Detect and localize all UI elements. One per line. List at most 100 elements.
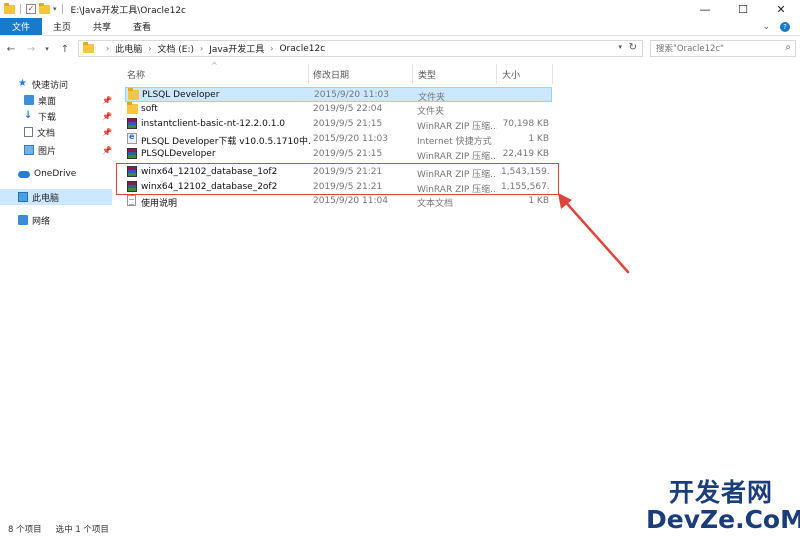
- new-folder-icon[interactable]: [39, 2, 50, 14]
- sidebar-item-label: 文档: [37, 128, 56, 139]
- back-arrow-icon[interactable]: ←: [4, 44, 18, 55]
- forward-arrow-icon[interactable]: →: [24, 44, 38, 55]
- selection-count: 选中 1 个项目: [55, 525, 109, 535]
- sort-ascending-icon: ^: [211, 61, 218, 70]
- winrar-zip-icon: [127, 181, 137, 192]
- chevron-down-icon[interactable]: ▾: [53, 5, 57, 13]
- column-divider[interactable]: [412, 64, 413, 84]
- navigation-bar: ← → ▾ ↑ › 此电脑 › 文档 (E:) › Java开发工具 › Ora…: [0, 39, 800, 59]
- sidebar-item-label: 此电脑: [32, 193, 60, 204]
- sidebar-item-documents[interactable]: 文档 📌: [0, 124, 112, 140]
- breadcrumb-this-pc[interactable]: 此电脑: [115, 42, 142, 55]
- star-icon: ★: [18, 78, 27, 89]
- file-row[interactable]: winx64_12102_database_2of2 2019/9/5 21:2…: [125, 180, 552, 195]
- sidebar-item-this-pc[interactable]: 此电脑: [0, 189, 112, 205]
- help-icon[interactable]: ?: [780, 21, 790, 32]
- column-header-type[interactable]: 类型: [418, 64, 436, 84]
- folder-icon: [127, 102, 138, 114]
- sidebar-item-quick-access[interactable]: ★ 快速访问: [0, 76, 112, 92]
- navigation-pane: ★ 快速访问 桌面 📌 ↓ 下载 📌 文档 📌 图片 📌 OneDrive 此电…: [0, 62, 112, 517]
- file-type: 文件夹: [417, 107, 445, 117]
- column-divider[interactable]: [496, 64, 497, 84]
- file-row[interactable]: PLSQLDeveloper 2019/9/5 21:15 WinRAR ZIP…: [125, 147, 552, 162]
- file-type: WinRAR ZIP 压缩...: [417, 152, 497, 162]
- sidebar-item-downloads[interactable]: ↓ 下载 📌: [0, 108, 112, 124]
- sidebar-item-label: 桌面: [38, 96, 57, 107]
- onedrive-icon: [18, 170, 30, 178]
- column-divider[interactable]: [308, 64, 309, 84]
- this-pc-icon: [18, 192, 28, 202]
- text-document-icon: [127, 195, 136, 206]
- properties-icon[interactable]: ✓: [26, 4, 36, 14]
- title-bar: ✓ ▾ E:\Java开发工具\Oracle12c — ☐ ✕: [0, 0, 800, 18]
- address-bar[interactable]: › 此电脑 › 文档 (E:) › Java开发工具 › Oracle12c ▾…: [78, 40, 643, 57]
- sidebar-item-pictures[interactable]: 图片 📌: [0, 142, 112, 158]
- close-button[interactable]: ✕: [762, 0, 800, 18]
- breadcrumb-drive-e[interactable]: 文档 (E:): [157, 42, 194, 55]
- file-row[interactable]: PLSQL Developer下载 v10.0.5.1710中... 2015/…: [125, 132, 552, 147]
- chevron-down-icon[interactable]: ⌄: [762, 22, 770, 32]
- refresh-icon[interactable]: ↻: [629, 42, 637, 53]
- file-name: soft: [141, 104, 158, 114]
- watermark-line-1: 开发者网: [668, 478, 773, 507]
- minimize-button[interactable]: —: [686, 0, 724, 18]
- desktop-icon: [24, 95, 34, 105]
- sidebar-item-label: 网络: [32, 216, 51, 227]
- sidebar-item-onedrive[interactable]: OneDrive: [0, 166, 112, 182]
- chevron-down-icon[interactable]: ▾: [618, 43, 622, 51]
- pin-icon[interactable]: 📌: [102, 112, 112, 121]
- file-date: 2015/9/20 11:03: [313, 134, 388, 144]
- file-row[interactable]: 使用说明 2015/9/20 11:04 文本文档 1 KB: [125, 194, 552, 209]
- watermark-line-2: DevZe.CoM: [646, 505, 800, 534]
- chevron-right-icon[interactable]: ›: [148, 44, 151, 53]
- tab-home[interactable]: 主页: [42, 18, 82, 35]
- file-row[interactable]: winx64_12102_database_1of2 2019/9/5 21:2…: [125, 165, 552, 180]
- file-size: 1,543,159...: [501, 167, 549, 177]
- internet-shortcut-icon: [127, 132, 137, 144]
- sidebar-item-network[interactable]: 网络: [0, 212, 112, 228]
- file-date: 2019/9/5 21:15: [313, 119, 383, 129]
- pin-icon[interactable]: 📌: [102, 146, 112, 155]
- maximize-button[interactable]: ☐: [724, 0, 762, 18]
- sidebar-item-desktop[interactable]: 桌面 📌: [0, 92, 112, 108]
- file-type: Internet 快捷方式: [417, 137, 492, 147]
- file-type: WinRAR ZIP 压缩...: [417, 170, 497, 180]
- up-arrow-icon[interactable]: ↑: [58, 44, 72, 55]
- file-name: PLSQL Developer: [142, 90, 220, 100]
- column-header-date[interactable]: 修改日期: [313, 64, 349, 84]
- file-name: 使用说明: [141, 199, 178, 209]
- file-row[interactable]: instantclient-basic-nt-12.2.0.1.0 2019/9…: [125, 117, 552, 132]
- column-header-name[interactable]: 名称: [127, 64, 145, 84]
- recent-locations-chevron-icon[interactable]: ▾: [40, 45, 54, 53]
- file-name: winx64_12102_database_1of2: [141, 167, 278, 177]
- ribbon-tabs: 文件 主页 共享 查看 ⌄ ?: [0, 18, 800, 36]
- file-row[interactable]: PLSQL Developer 2015/9/20 11:03 文件夹: [125, 87, 552, 103]
- sidebar-item-label: 图片: [38, 146, 57, 157]
- download-icon: ↓: [24, 110, 33, 121]
- search-box[interactable]: ⌕: [650, 40, 796, 57]
- sidebar-item-label: 快速访问: [32, 80, 69, 91]
- pin-icon[interactable]: 📌: [102, 96, 112, 105]
- chevron-right-icon[interactable]: ›: [270, 44, 273, 53]
- breadcrumb-java-tools[interactable]: Java开发工具: [209, 42, 264, 55]
- pin-icon[interactable]: 📌: [102, 128, 112, 137]
- divider: [61, 4, 63, 14]
- network-icon: [18, 215, 28, 225]
- file-size: 70,198 KB: [502, 119, 549, 129]
- file-row[interactable]: soft 2019/9/5 22:04 文件夹: [125, 102, 552, 117]
- folder-icon: [83, 42, 94, 53]
- chevron-right-icon[interactable]: ›: [106, 44, 109, 53]
- column-header-size[interactable]: 大小: [502, 64, 520, 84]
- file-name: PLSQLDeveloper: [141, 149, 216, 159]
- tab-share[interactable]: 共享: [82, 18, 122, 35]
- column-divider[interactable]: [552, 64, 553, 84]
- tab-file[interactable]: 文件: [0, 18, 43, 35]
- search-icon[interactable]: ⌕: [785, 42, 791, 53]
- chevron-right-icon[interactable]: ›: [200, 44, 203, 53]
- file-list: ^ 名称 修改日期 类型 大小 PLSQL Developer 2015/9/2…: [122, 61, 800, 517]
- breadcrumb-oracle12c[interactable]: Oracle12c: [279, 44, 325, 54]
- winrar-zip-icon: [127, 166, 137, 177]
- search-input[interactable]: [656, 43, 776, 54]
- file-name: instantclient-basic-nt-12.2.0.1.0: [141, 119, 286, 129]
- tab-view[interactable]: 查看: [122, 18, 162, 35]
